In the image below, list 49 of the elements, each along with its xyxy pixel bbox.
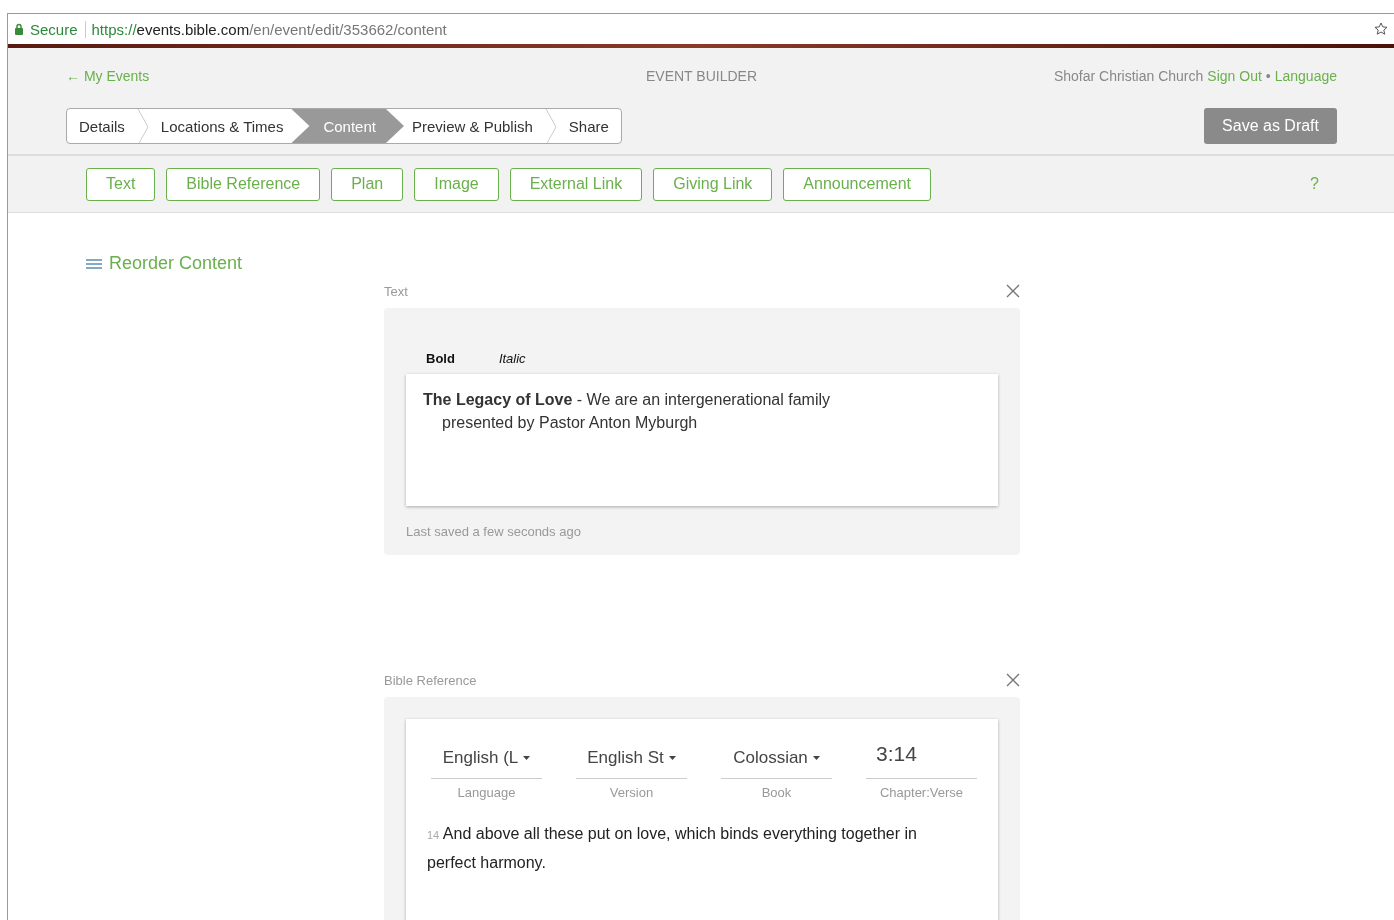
add-content-button[interactable]: Text	[86, 167, 156, 201]
sign-out-link[interactable]: Sign Out	[1207, 68, 1262, 84]
separator-dot: •	[1265, 68, 1271, 84]
reorder-content-link[interactable]: Reorder Content	[85, 253, 243, 274]
help-link[interactable]: ?	[1310, 175, 1319, 193]
bold-button[interactable]: Bold	[406, 347, 475, 370]
dropdown[interactable]: English (L	[431, 737, 542, 779]
add-content-button[interactable]: External Link	[509, 167, 643, 201]
field-label: Language	[457, 785, 516, 800]
secure-label: Secure	[30, 20, 86, 38]
add-content-button[interactable]: Image	[414, 167, 499, 201]
step-tab[interactable]: Content	[291, 109, 404, 143]
field-label: Version	[609, 785, 654, 800]
caret-icon	[523, 755, 531, 760]
add-content-button[interactable]: Announcement	[783, 167, 931, 201]
account-name: Shofar Christian Church	[1053, 68, 1204, 84]
save-draft-button[interactable]: Save as Draft	[1204, 108, 1337, 144]
url-text[interactable]: https://events.bible.com/en/event/edit/353662/content	[91, 20, 447, 38]
step-tab[interactable]: Share	[556, 109, 621, 143]
chevron-icon	[136, 109, 149, 143]
star-icon	[1374, 22, 1388, 36]
page-title: EVENT BUILDER	[645, 68, 758, 84]
block-label: Bible Reference	[384, 672, 477, 688]
editor-text: The Legacy of Love - We are an intergenerational family	[423, 390, 831, 410]
dropdown[interactable]: English St	[576, 737, 687, 779]
field-label: Chapter:Verse	[879, 785, 964, 800]
editor-text: presented by Pastor Anton Myburgh	[441, 413, 699, 433]
add-content-button[interactable]: Bible Reference	[166, 167, 321, 201]
block-label: Text	[384, 283, 408, 299]
close-button[interactable]	[1006, 673, 1020, 687]
language-link[interactable]: Language	[1274, 68, 1337, 84]
dropdown[interactable]: Colossian	[721, 737, 832, 779]
add-content-button[interactable]: Giving Link	[653, 167, 773, 201]
caret-icon	[668, 755, 676, 760]
chapter-verse-field[interactable]: 3:14	[866, 737, 977, 779]
add-content-button[interactable]: Plan	[331, 167, 404, 201]
caret-icon	[812, 755, 820, 760]
save-status: Last saved a few seconds ago	[406, 524, 582, 539]
field-label: Book	[761, 785, 792, 800]
lock-icon	[14, 23, 24, 35]
close-button[interactable]	[1006, 284, 1020, 298]
back-link[interactable]: ← My Events	[66, 68, 490, 84]
menu-icon	[85, 257, 103, 270]
chevron-icon	[544, 109, 557, 143]
italic-button[interactable]: Italic	[478, 347, 546, 370]
text-editor[interactable]: The Legacy of Love - We are an intergenerational family presented by Pastor Anton Myburgh	[406, 374, 998, 506]
close-icon	[1006, 673, 1020, 687]
close-icon	[1006, 284, 1020, 298]
step-tab[interactable]: Details	[67, 109, 137, 143]
